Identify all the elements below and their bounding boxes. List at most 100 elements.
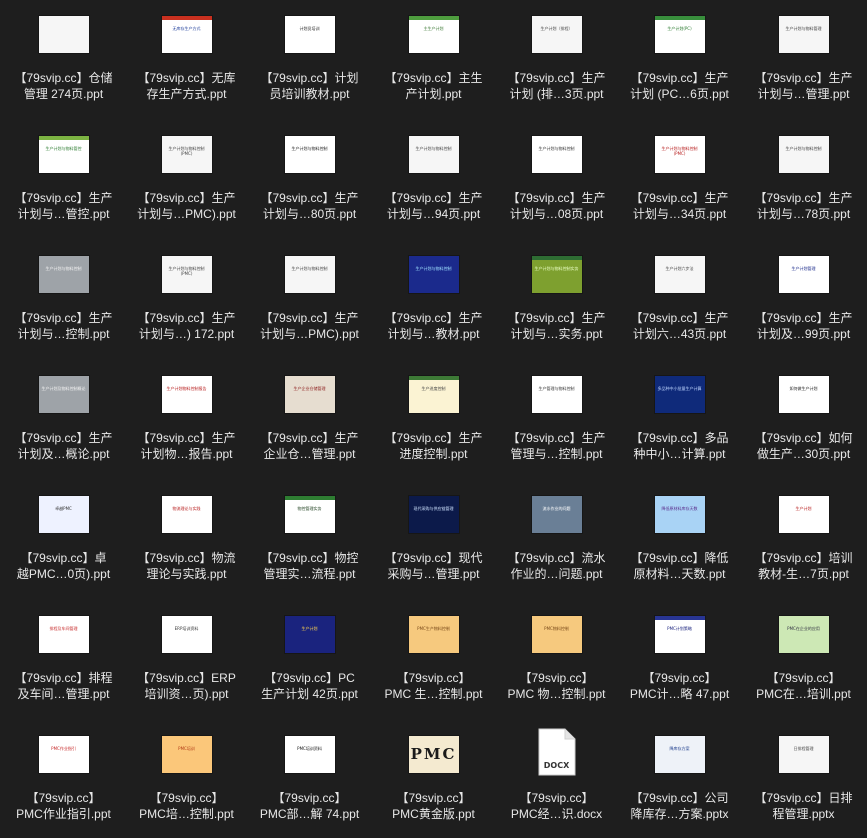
file-thumbnail: 生产企业仓储管理 [284,376,335,413]
file-item[interactable]: 生产计划管理 【79svip.cc】生产 计划及…99页.ppt [742,240,865,350]
file-item[interactable]: DOCX 【79svip.cc】 PMC经…识.docx [495,720,618,830]
file-name: 【79svip.cc】计划 员培训教材.ppt [260,71,359,101]
thumbnail-title: 如何做生产计划 [789,386,818,391]
thumbnail-title: 物控管理实务 [297,506,322,511]
file-name: 【79svip.cc】生产 计划及…概论.ppt [14,431,113,461]
file-name: 【79svip.cc】物控 管理实…流程.ppt [260,551,359,581]
file-item[interactable]: 生产计划 【79svip.cc】培训 教材-生…7页.ppt [742,480,865,590]
file-item[interactable]: 如何做生产计划 【79svip.cc】如何 做生产…30页.ppt [742,360,865,470]
file-item[interactable]: 生产计划(PC) 【79svip.cc】生产 计划 (PC…6页.ppt [618,0,741,110]
file-item[interactable]: 生产计划（排程） 【79svip.cc】生产 计划 (排…3页.ppt [495,0,618,110]
file-thumbnail: 无库存生产方式 [161,16,212,53]
file-name: 【79svip.cc】无库 存生产方式.ppt [137,71,236,101]
file-thumbnail: PMC培训 [161,736,212,773]
file-name: 【79svip.cc】生产 计划与…管理.ppt [754,71,853,101]
file-name: 【79svip.cc】公司 降库存…方案.pptx [630,791,729,821]
file-item[interactable]: 生产计划与物料控制 【79svip.cc】生产 计划与…教材.ppt [372,240,495,350]
file-name: 【79svip.cc】生产 计划 (排…3页.ppt [507,71,606,101]
file-item[interactable]: 【79svip.cc】仓储 管理 274页.ppt [2,0,125,110]
file-name: 【79svip.cc】 PMC 物…控制.ppt [507,671,606,701]
file-item[interactable]: 生产进度控制 【79svip.cc】生产 进度控制.ppt [372,360,495,470]
file-item[interactable]: 生产计划 【79svip.cc】PC 生产计划 42页.ppt [248,600,371,710]
file-item[interactable]: PMC计划策略 【79svip.cc】 PMC计…略 47.ppt [618,600,741,710]
file-item[interactable]: 生产计划与物料控制 【79svip.cc】生产 计划与…94页.ppt [372,120,495,230]
file-thumbnail: ERP培训资料 [161,616,212,653]
file-name: 【79svip.cc】生产 计划与…管控.ppt [14,191,113,221]
file-item[interactable]: 生产计划与物料管理 【79svip.cc】生产 计划与…管理.ppt [742,0,865,110]
file-item[interactable]: PMC培训资料【79svip.cc】 PMC部…解 74.ppt [248,720,371,830]
file-item[interactable]: 生产计划物料控制报告 【79svip.cc】生产 计划物…报告.ppt [125,360,248,470]
file-name: 【79svip.cc】生产 计划与…PMC).ppt [260,311,359,341]
file-name: 【79svip.cc】 PMC培…控制.ppt [139,791,234,821]
file-item[interactable]: 生产管理与物料控制 【79svip.cc】生产 管理与…控制.ppt [495,360,618,470]
file-item[interactable]: PMC在企业的应用 【79svip.cc】 PMC在…培训.ppt [742,600,865,710]
file-thumbnail: 生产计划与物料控制(PMC) [654,136,705,173]
file-thumbnail: 生产计划与物料控制 [531,136,582,173]
file-item[interactable]: 生产计划六步法 【79svip.cc】生产 计划六…43页.ppt [618,240,741,350]
file-item[interactable]: 生产计划与物料管控 【79svip.cc】生产 计划与…管控.ppt [2,120,125,230]
file-item[interactable]: 生产计划及物料控制概论【79svip.cc】生产 计划及…概论.ppt [2,360,125,470]
thumbnail-title: PMC [410,745,457,763]
file-item[interactable]: 多品种中小批量生产计算 【79svip.cc】多品 种中小…计算.ppt [618,360,741,470]
file-thumbnail: 主生产计划 [408,16,459,53]
file-item[interactable]: 生产计划与物料控制 【79svip.cc】生产 计划与…80页.ppt [248,120,371,230]
thumbnail-accent-bar [408,16,459,20]
thumbnail-title: 生产计划与物料控制 [785,146,822,151]
thumbnail-accent-bar [161,16,212,20]
docx-label: DOCX [543,761,570,770]
file-item[interactable]: ERP培训资料 【79svip.cc】ERP 培训资…页).ppt [125,600,248,710]
file-thumbnail: 生产计划与物料控制 [778,136,829,173]
file-thumbnail [38,16,89,53]
file-item[interactable]: 排程及车间管理 【79svip.cc】排程 及车间…管理.ppt [2,600,125,710]
file-name: 【79svip.cc】生产 计划与…94页.ppt [384,191,483,221]
thumbnail-title: 计划员培训 [299,26,320,31]
file-item[interactable]: 物流理论与实践 【79svip.cc】物流 理论与实践.ppt [125,480,248,590]
thumbnail-title: 现代采购与供应链管理 [413,506,454,511]
file-name: 【79svip.cc】 PMC 生…控制.ppt [384,671,483,701]
file-item[interactable]: 生产计划与物料控制 【79svip.cc】生产 计划与…控制.ppt [2,240,125,350]
file-thumbnail: PMC计划策略 [654,616,705,653]
thumbnail-accent-bar [654,16,705,20]
file-thumbnail: PMC培训资料 [284,736,335,773]
file-name: 【79svip.cc】生产 计划与…实务.ppt [507,311,606,341]
file-item[interactable]: 生产计划与物料控制 【79svip.cc】生产 计划与…78页.ppt [742,120,865,230]
file-item[interactable]: 无库存生产方式【79svip.cc】无库 存生产方式.ppt [125,0,248,110]
file-name: 【79svip.cc】日排 程管理.pptx [754,791,853,821]
thumbnail-accent-bar [408,376,459,380]
file-name: 【79svip.cc】仓储 管理 274页.ppt [14,71,113,101]
file-item[interactable]: 流水作业的问题 【79svip.cc】流水 作业的…问题.ppt [495,480,618,590]
thumbnail-title: 日排程管理 [793,746,814,751]
file-item[interactable]: 生产计划与物料控制(PMC) 【79svip.cc】生产 计划与…34页.ppt [618,120,741,230]
thumbnail-title: 物流理论与实践 [172,506,201,511]
file-name: 【79svip.cc】 PMC部…解 74.ppt [259,791,360,821]
file-name: 【79svip.cc】主生 产计划.ppt [384,71,483,101]
thumbnail-title: 排程及车间管理 [49,626,78,631]
thumbnail-title: 生产计划(PC) [667,26,692,31]
file-item[interactable]: 计划员培训【79svip.cc】计划 员培训教材.ppt [248,0,371,110]
file-item[interactable]: 生产计划与物料控制【79svip.cc】生产 计划与…PMC).ppt [248,240,371,350]
file-item[interactable]: PMC物料控制 【79svip.cc】 PMC 物…控制.ppt [495,600,618,710]
thumbnail-title: 生产计划与物料控制(PMC) [168,266,205,276]
file-item[interactable]: 卓越PMC 【79svip.cc】卓 越PMC…0页).ppt [2,480,125,590]
file-item[interactable]: 生产计划与物料控制实务 【79svip.cc】生产 计划与…实务.ppt [495,240,618,350]
file-item[interactable]: 物控管理实务【79svip.cc】物控 管理实…流程.ppt [248,480,371,590]
file-thumbnail: 生产计划与物料控制 [38,256,89,293]
file-item[interactable]: PMC 【79svip.cc】 PMC黄金版.ppt [372,720,495,830]
file-thumbnail: 物控管理实务 [284,496,335,533]
file-item[interactable]: 生产企业仓储管理 【79svip.cc】生产 企业仓…管理.ppt [248,360,371,470]
file-name: 【79svip.cc】流水 作业的…问题.ppt [507,551,606,581]
file-item[interactable]: 生产计划与物料控制(PMC) 【79svip.cc】生产 计划与…PMC).ppt [125,120,248,230]
file-item[interactable]: 降库存方案 【79svip.cc】公司 降库存…方案.pptx [618,720,741,830]
file-item[interactable]: 日排程管理【79svip.cc】日排 程管理.pptx [742,720,865,830]
file-item[interactable]: 降低原材料库存天数 【79svip.cc】降低 原材料…天数.ppt [618,480,741,590]
file-name: 【79svip.cc】生产 计划与…80页.ppt [260,191,359,221]
file-item[interactable]: 主生产计划【79svip.cc】主生 产计划.ppt [372,0,495,110]
file-item[interactable]: PMC作业指引 【79svip.cc】 PMC作业指引.ppt [2,720,125,830]
file-item[interactable]: PMC生产物料控制 【79svip.cc】 PMC 生…控制.ppt [372,600,495,710]
file-item[interactable]: 生产计划与物料控制(PMC) 【79svip.cc】生产 计划与…) 172.pp… [125,240,248,350]
file-item[interactable]: 现代采购与供应链管理 【79svip.cc】现代 采购与…管理.ppt [372,480,495,590]
file-item[interactable]: PMC培训【79svip.cc】 PMC培…控制.ppt [125,720,248,830]
thumbnail-title: 生产计划与物料控制 [291,266,328,271]
file-item[interactable]: 生产计划与物料控制 【79svip.cc】生产 计划与…08页.ppt [495,120,618,230]
thumbnail-title: 生产计划及物料控制概论 [41,386,86,391]
